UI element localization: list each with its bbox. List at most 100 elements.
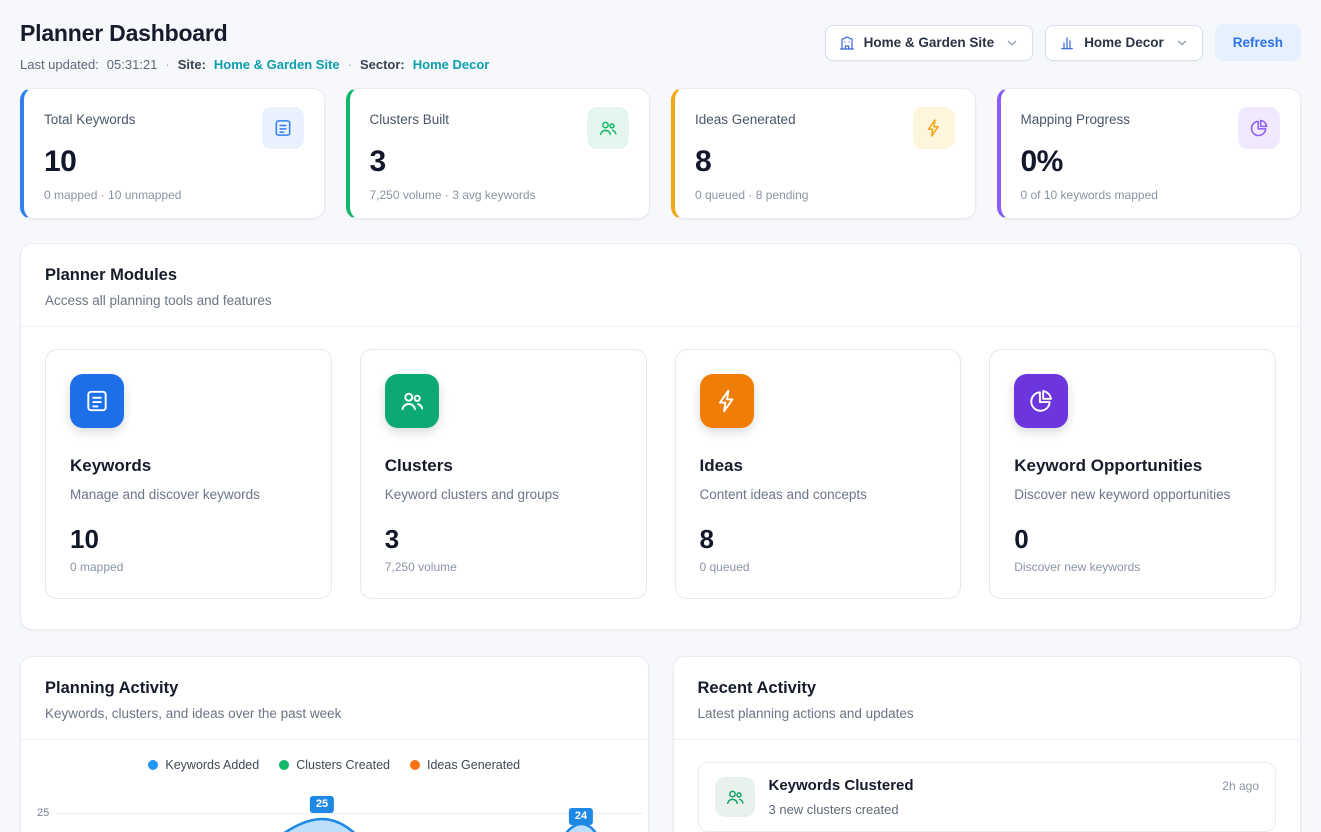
stat-subtext: 0 queued · 8 pending [695,188,955,202]
recent-activity-header: Recent Activity Latest planning actions … [674,657,1301,740]
stat-label: Ideas Generated [695,112,796,127]
modules-grid: Keywords Manage and discover keywords 10… [21,327,1300,629]
y-axis-tick: 25 [37,807,49,819]
module-description: Keyword clusters and groups [385,487,622,502]
stats-row: Total Keywords 10 0 mapped · 10 unmapped… [20,88,1301,219]
planner-modules-panel: Planner Modules Access all planning tool… [20,243,1301,630]
module-card-keywords[interactable]: Keywords Manage and discover keywords 10… [45,349,332,599]
module-subtext: Discover new keywords [1014,560,1251,574]
site-label: Site: [178,57,206,72]
stat-value: 0% [1021,145,1281,179]
site-selector-dropdown[interactable]: Home & Garden Site [825,25,1034,61]
planning-activity-header: Planning Activity Keywords, clusters, an… [21,657,648,740]
recent-activity-title: Recent Activity [698,679,1277,698]
last-updated-label: Last updated: [20,57,99,72]
recent-activity-subtitle: Latest planning actions and updates [698,706,1277,721]
document-icon [262,107,304,149]
bar-chart-icon [1059,35,1075,51]
stat-value: 10 [44,145,304,179]
site-value-link[interactable]: Home & Garden Site [214,57,340,72]
module-title: Keyword Opportunities [1014,456,1251,476]
sector-label: Sector: [360,57,405,72]
last-updated-value: 05:31:21 [107,57,158,72]
sector-value-link[interactable]: Home Decor [413,57,490,72]
topbar: Planner Dashboard Last updated: 05:31:21… [20,16,1301,72]
module-subtext: 0 mapped [70,560,307,574]
module-value: 10 [70,524,307,555]
module-card-keyword-opportunities[interactable]: Keyword Opportunities Discover new keywo… [989,349,1276,599]
stat-card-mapping-progress: Mapping Progress 0% 0 of 10 keywords map… [997,88,1302,219]
meta-separator: · [165,57,169,72]
refresh-button[interactable]: Refresh [1215,24,1301,61]
users-icon [715,777,755,817]
stat-value: 8 [695,145,955,179]
recent-activity-body: Keywords Clustered 2h ago 3 new clusters… [674,740,1301,832]
page-title: Planner Dashboard [20,20,489,47]
module-card-ideas[interactable]: Ideas Content ideas and concepts 8 0 que… [675,349,962,599]
stat-card-clusters-built: Clusters Built 3 7,250 volume · 3 avg ke… [346,88,651,219]
stat-label: Clusters Built [370,112,450,127]
module-subtext: 7,250 volume [385,560,622,574]
module-title: Keywords [70,456,307,476]
legend-label: Ideas Generated [427,758,520,772]
pie-chart-icon [1238,107,1280,149]
module-title: Ideas [700,456,937,476]
building-icon [839,35,855,51]
sector-selector-dropdown[interactable]: Home Decor [1045,25,1203,61]
bottom-row: Planning Activity Keywords, clusters, an… [20,656,1301,832]
planner-dashboard-page: Planner Dashboard Last updated: 05:31:21… [0,0,1321,832]
module-description: Content ideas and concepts [700,487,937,502]
legend-item-clusters-created[interactable]: Clusters Created [279,758,390,772]
legend-dot [279,760,289,770]
module-description: Manage and discover keywords [70,487,307,502]
planning-activity-panel: Planning Activity Keywords, clusters, an… [20,656,649,832]
legend-label: Clusters Created [296,758,390,772]
module-title: Clusters [385,456,622,476]
activity-item-keywords-clustered[interactable]: Keywords Clustered 2h ago 3 new clusters… [698,762,1277,832]
stat-subtext: 0 mapped · 10 unmapped [44,188,304,202]
legend-item-keywords-added[interactable]: Keywords Added [148,758,259,772]
module-subtext: 0 queued [700,560,937,574]
stat-subtext: 7,250 volume · 3 avg keywords [370,188,630,202]
stat-subtext: 0 of 10 keywords mapped [1021,188,1281,202]
stat-label: Total Keywords [44,112,136,127]
modules-subtitle: Access all planning tools and features [45,293,1276,308]
chevron-down-icon [1005,36,1019,50]
chart-legend: Keywords Added Clusters Created Ideas Ge… [21,740,648,772]
site-selector-label: Home & Garden Site [864,35,995,50]
bolt-icon [700,374,754,428]
module-value: 3 [385,524,622,555]
topbar-controls: Home & Garden Site Home Decor Refresh [825,24,1301,61]
users-icon [385,374,439,428]
module-value: 8 [700,524,937,555]
data-point-label: 24 [569,808,593,825]
module-description: Discover new keyword opportunities [1014,487,1251,502]
module-card-clusters[interactable]: Clusters Keyword clusters and groups 3 7… [360,349,647,599]
meta-separator: · [348,57,352,72]
activity-timestamp: 2h ago [1222,779,1259,793]
legend-item-ideas-generated[interactable]: Ideas Generated [410,758,520,772]
document-icon [70,374,124,428]
planning-activity-body: Keywords Added Clusters Created Ideas Ge… [21,740,648,832]
topbar-left: Planner Dashboard Last updated: 05:31:21… [20,16,489,72]
activity-description: 3 new clusters created [769,802,1260,817]
chevron-down-icon [1175,36,1189,50]
activity-content: Keywords Clustered 2h ago 3 new clusters… [769,777,1260,817]
planning-activity-title: Planning Activity [45,679,624,698]
stat-value: 3 [370,145,630,179]
modules-title: Planner Modules [45,266,1276,285]
stat-card-ideas-generated: Ideas Generated 8 0 queued · 8 pending [671,88,976,219]
bolt-icon [913,107,955,149]
activity-title: Keywords Clustered [769,777,914,794]
legend-dot [410,760,420,770]
data-point-label: 25 [310,796,334,813]
sector-selector-label: Home Decor [1084,35,1164,50]
users-icon [587,107,629,149]
recent-activity-panel: Recent Activity Latest planning actions … [673,656,1302,832]
planning-activity-subtitle: Keywords, clusters, and ideas over the p… [45,706,624,721]
modules-header: Planner Modules Access all planning tool… [21,244,1300,327]
module-value: 0 [1014,524,1251,555]
stat-card-total-keywords: Total Keywords 10 0 mapped · 10 unmapped [20,88,325,219]
stat-label: Mapping Progress [1021,112,1131,127]
pie-chart-icon [1014,374,1068,428]
